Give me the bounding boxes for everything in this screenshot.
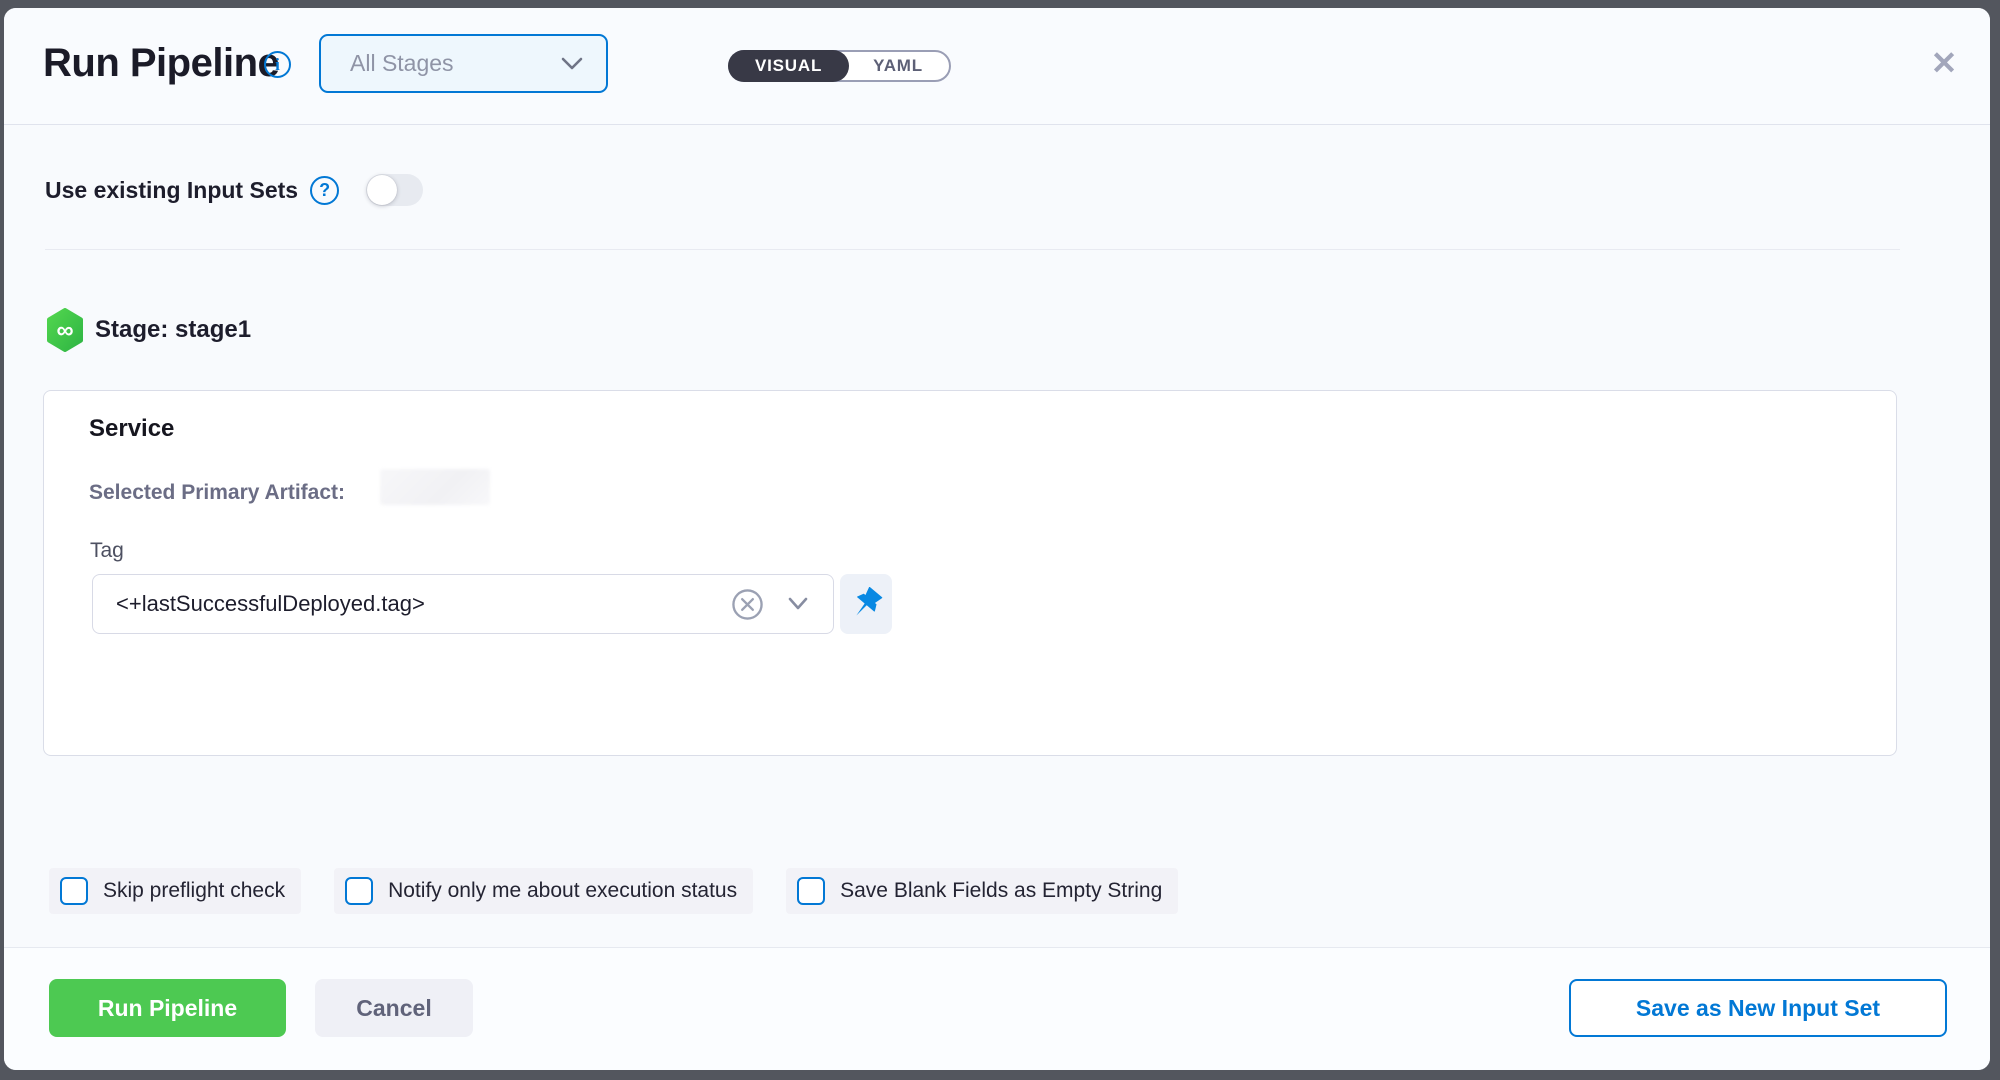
stage-heading: ∞ Stage: stage1 (45, 308, 251, 352)
stage-cd-icon: ∞ (45, 308, 85, 352)
checkbox[interactable] (345, 877, 373, 905)
chevron-down-icon[interactable] (787, 595, 809, 613)
close-button[interactable]: ✕ (1922, 41, 1966, 85)
clear-icon[interactable] (731, 588, 764, 621)
run-pipeline-button[interactable]: Run Pipeline (49, 979, 286, 1037)
info-icon[interactable]: i (264, 51, 291, 78)
checkbox-label: Notify only me about execution status (388, 879, 737, 903)
artifact-value-redacted (380, 469, 490, 505)
checkbox-label: Skip preflight check (103, 879, 285, 903)
option-notify-only-me[interactable]: Notify only me about execution status (334, 868, 753, 914)
option-skip-preflight[interactable]: Skip preflight check (49, 868, 301, 914)
tab-yaml[interactable]: YAML (847, 52, 949, 80)
save-as-new-input-set-button[interactable]: Save as New Input Set (1569, 979, 1947, 1037)
cancel-button[interactable]: Cancel (315, 979, 473, 1037)
dialog-footer: Run Pipeline Cancel Save as New Input Se… (4, 947, 1990, 1070)
execution-options: Skip preflight check Notify only me abou… (49, 868, 1178, 914)
tag-field-label: Tag (90, 539, 124, 563)
infinity-glyph: ∞ (56, 317, 73, 344)
service-card: Service Selected Primary Artifact: Tag (43, 390, 1897, 756)
run-pipeline-dialog: Run Pipeline i All Stages VISUAL YAML ✕ … (4, 8, 1990, 1070)
stage-label: Stage: stage1 (95, 316, 251, 344)
tab-visual[interactable]: VISUAL (728, 50, 849, 82)
pushpin-icon (849, 587, 883, 621)
close-icon: ✕ (1931, 44, 1958, 82)
section-divider (45, 249, 1900, 250)
stage-select-dropdown[interactable]: All Stages (319, 34, 608, 93)
tag-input[interactable] (93, 575, 703, 633)
chevron-down-icon (560, 56, 584, 72)
checkbox[interactable] (60, 877, 88, 905)
checkbox-label: Save Blank Fields as Empty String (840, 879, 1162, 903)
checkbox[interactable] (797, 877, 825, 905)
view-mode-toggle: VISUAL YAML (728, 50, 951, 82)
selected-artifact-label: Selected Primary Artifact: (89, 481, 345, 505)
input-sets-toggle[interactable] (366, 174, 423, 206)
input-sets-row: Use existing Input Sets ? (45, 174, 423, 206)
input-sets-label: Use existing Input Sets (45, 177, 298, 204)
dialog-header: Run Pipeline i All Stages VISUAL YAML ✕ (4, 8, 1990, 125)
tag-input-wrapper (92, 574, 834, 634)
service-card-title: Service (89, 415, 174, 443)
runtime-input-pin-button[interactable] (840, 574, 892, 634)
toggle-knob (367, 175, 397, 205)
help-icon[interactable]: ? (310, 176, 339, 205)
option-save-blank-fields[interactable]: Save Blank Fields as Empty String (786, 868, 1178, 914)
dialog-title: Run Pipeline (43, 41, 279, 86)
stage-select-value: All Stages (350, 50, 560, 77)
